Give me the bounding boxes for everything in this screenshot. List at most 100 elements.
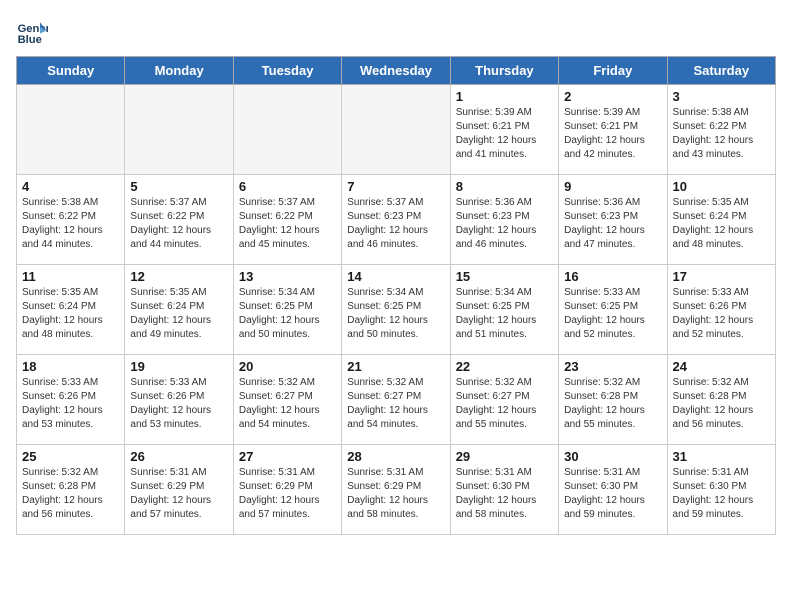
day-number: 17 [673,269,770,284]
day-info: Sunrise: 5:31 AMSunset: 6:30 PMDaylight:… [564,466,661,522]
day-number: 31 [673,449,770,464]
calendar-cell: 21 Sunrise: 5:32 AMSunset: 6:27 PMDayligh… [342,355,450,445]
calendar-week-1: 1 Sunrise: 5:39 AMSunset: 6:21 PMDaylight… [17,85,776,175]
day-info: Sunrise: 5:33 AMSunset: 6:25 PMDaylight:… [564,286,661,342]
calendar-week-3: 11 Sunrise: 5:35 AMSunset: 6:24 PMDayligh… [17,265,776,355]
day-number: 21 [347,359,444,374]
day-info: Sunrise: 5:33 AMSunset: 6:26 PMDaylight:… [673,286,770,342]
day-number: 22 [456,359,553,374]
day-number: 20 [239,359,336,374]
day-info: Sunrise: 5:35 AMSunset: 6:24 PMDaylight:… [22,286,119,342]
day-number: 18 [22,359,119,374]
calendar-cell: 28 Sunrise: 5:31 AMSunset: 6:29 PMDayligh… [342,445,450,535]
calendar-cell: 19Sunrise: 5:33 AMSunset: 6:26 PMDayligh… [125,355,233,445]
calendar-cell: 13 Sunrise: 5:34 AMSunset: 6:25 PMDayligh… [233,265,341,355]
day-info: Sunrise: 5:36 AMSunset: 6:23 PMDaylight:… [456,196,553,252]
day-info: Sunrise: 5:38 AMSunset: 6:22 PMDaylight:… [22,196,119,252]
day-info: Sunrise: 5:32 AMSunset: 6:28 PMDaylight:… [673,376,770,432]
calendar-cell: 5 Sunrise: 5:37 AMSunset: 6:22 PMDaylight… [125,175,233,265]
day-info: Sunrise: 5:38 AMSunset: 6:22 PMDaylight:… [673,106,770,162]
day-number: 3 [673,89,770,104]
calendar-cell: 27 Sunrise: 5:31 AMSunset: 6:29 PMDayligh… [233,445,341,535]
day-info: Sunrise: 5:39 AMSunset: 6:21 PMDaylight:… [564,106,661,162]
calendar-cell [342,85,450,175]
logo: General Blue [16,16,52,48]
day-header-tuesday: Tuesday [233,57,341,85]
day-number: 28 [347,449,444,464]
day-info: Sunrise: 5:31 AMSunset: 6:29 PMDaylight:… [239,466,336,522]
day-number: 11 [22,269,119,284]
calendar-week-4: 18 Sunrise: 5:33 AMSunset: 6:26 PMDayligh… [17,355,776,445]
calendar-cell [17,85,125,175]
day-number: 14 [347,269,444,284]
day-info: Sunrise: 5:37 AMSunset: 6:23 PMDaylight:… [347,196,444,252]
day-info: Sunrise: 5:32 AMSunset: 6:28 PMDaylight:… [22,466,119,522]
day-info: Sunrise: 5:36 AMSunset: 6:23 PMDaylight:… [564,196,661,252]
day-info: Sunrise: 5:35 AMSunset: 6:24 PMDaylight:… [673,196,770,252]
day-info: Sunrise: 5:34 AMSunset: 6:25 PMDaylight:… [239,286,336,342]
day-header-sunday: Sunday [17,57,125,85]
calendar-cell: 20 Sunrise: 5:32 AMSunset: 6:27 PMDayligh… [233,355,341,445]
day-number: 27 [239,449,336,464]
day-info: Sunrise: 5:32 AMSunset: 6:27 PMDaylight:… [239,376,336,432]
day-header-friday: Friday [559,57,667,85]
calendar-cell: 14 Sunrise: 5:34 AMSunset: 6:25 PMDayligh… [342,265,450,355]
day-number: 10 [673,179,770,194]
day-info: Sunrise: 5:33 AMSunset: 6:26 PMDaylight:… [130,376,227,432]
day-number: 1 [456,89,553,104]
svg-text:Blue: Blue [18,34,42,46]
day-info: Sunrise: 5:37 AMSunset: 6:22 PMDaylight:… [130,196,227,252]
day-header-saturday: Saturday [667,57,775,85]
calendar-cell [125,85,233,175]
day-info: Sunrise: 5:31 AMSunset: 6:29 PMDaylight:… [347,466,444,522]
calendar-cell: 23 Sunrise: 5:32 AMSunset: 6:28 PMDayligh… [559,355,667,445]
day-number: 26 [130,449,227,464]
day-number: 4 [22,179,119,194]
day-number: 15 [456,269,553,284]
day-info: Sunrise: 5:31 AMSunset: 6:29 PMDaylight:… [130,466,227,522]
calendar-cell: 12Sunrise: 5:35 AMSunset: 6:24 PMDayligh… [125,265,233,355]
day-number: 29 [456,449,553,464]
calendar-cell: 3 Sunrise: 5:38 AMSunset: 6:22 PMDaylight… [667,85,775,175]
logo-icon: General Blue [16,16,48,48]
day-number: 16 [564,269,661,284]
calendar-cell: 16 Sunrise: 5:33 AMSunset: 6:25 PMDayligh… [559,265,667,355]
day-number: 30 [564,449,661,464]
day-info: Sunrise: 5:34 AMSunset: 6:25 PMDaylight:… [347,286,444,342]
calendar-header-row: SundayMondayTuesdayWednesdayThursdayFrid… [17,57,776,85]
calendar-cell: 15 Sunrise: 5:34 AMSunset: 6:25 PMDayligh… [450,265,558,355]
calendar-cell: 9Sunrise: 5:36 AMSunset: 6:23 PMDaylight… [559,175,667,265]
day-number: 12 [130,269,227,284]
calendar-cell: 2 Sunrise: 5:39 AMSunset: 6:21 PMDaylight… [559,85,667,175]
day-number: 7 [347,179,444,194]
calendar-cell: 17 Sunrise: 5:33 AMSunset: 6:26 PMDayligh… [667,265,775,355]
day-number: 23 [564,359,661,374]
day-info: Sunrise: 5:31 AMSunset: 6:30 PMDaylight:… [456,466,553,522]
day-info: Sunrise: 5:37 AMSunset: 6:22 PMDaylight:… [239,196,336,252]
calendar-cell: 18 Sunrise: 5:33 AMSunset: 6:26 PMDayligh… [17,355,125,445]
day-number: 6 [239,179,336,194]
day-info: Sunrise: 5:32 AMSunset: 6:28 PMDaylight:… [564,376,661,432]
day-number: 2 [564,89,661,104]
calendar-cell: 31 Sunrise: 5:31 AMSunset: 6:30 PMDayligh… [667,445,775,535]
day-number: 25 [22,449,119,464]
day-info: Sunrise: 5:31 AMSunset: 6:30 PMDaylight:… [673,466,770,522]
calendar-week-5: 25 Sunrise: 5:32 AMSunset: 6:28 PMDayligh… [17,445,776,535]
calendar-cell: 1Sunrise: 5:39 AMSunset: 6:21 PMDaylight… [450,85,558,175]
calendar-cell: 24 Sunrise: 5:32 AMSunset: 6:28 PMDayligh… [667,355,775,445]
calendar-cell: 7 Sunrise: 5:37 AMSunset: 6:23 PMDaylight… [342,175,450,265]
calendar-cell: 26 Sunrise: 5:31 AMSunset: 6:29 PMDayligh… [125,445,233,535]
calendar-cell: 22Sunrise: 5:32 AMSunset: 6:27 PMDayligh… [450,355,558,445]
day-number: 5 [130,179,227,194]
day-header-wednesday: Wednesday [342,57,450,85]
calendar-cell: 8 Sunrise: 5:36 AMSunset: 6:23 PMDaylight… [450,175,558,265]
day-info: Sunrise: 5:32 AMSunset: 6:27 PMDaylight:… [347,376,444,432]
day-number: 13 [239,269,336,284]
day-info: Sunrise: 5:34 AMSunset: 6:25 PMDaylight:… [456,286,553,342]
calendar-cell: 25 Sunrise: 5:32 AMSunset: 6:28 PMDayligh… [17,445,125,535]
day-number: 24 [673,359,770,374]
day-info: Sunrise: 5:33 AMSunset: 6:26 PMDaylight:… [22,376,119,432]
calendar-cell: 29 Sunrise: 5:31 AMSunset: 6:30 PMDayligh… [450,445,558,535]
calendar-cell: 4 Sunrise: 5:38 AMSunset: 6:22 PMDaylight… [17,175,125,265]
day-number: 8 [456,179,553,194]
